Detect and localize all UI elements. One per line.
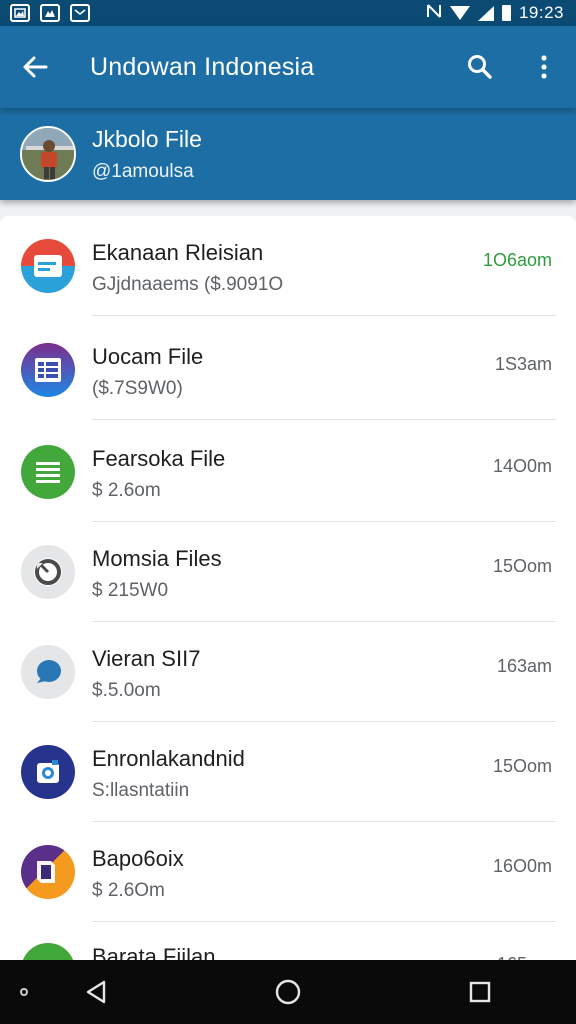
spreadsheet-icon bbox=[21, 343, 75, 397]
list-item[interactable]: Barata Fiilan 165om bbox=[0, 920, 576, 960]
account-text: Jkbolo File @1amoulsa bbox=[92, 126, 202, 183]
wifi-icon bbox=[449, 6, 470, 20]
image-notification-icon bbox=[10, 4, 30, 22]
photo-notification-icon bbox=[40, 4, 60, 22]
list-item[interactable]: Bapo6oix $ 2.6Om 16O0m bbox=[0, 822, 576, 922]
folder-icon bbox=[21, 845, 75, 899]
clock-icon bbox=[21, 545, 75, 599]
item-subtitle: $ 2.6Om bbox=[92, 880, 165, 901]
item-subtitle: S:llasntatiin bbox=[92, 780, 190, 801]
back-arrow-icon bbox=[23, 56, 48, 78]
item-meta: 14O0m bbox=[492, 456, 552, 476]
item-subtitle: $ 2.6om bbox=[92, 480, 161, 501]
more-options-button[interactable] bbox=[512, 26, 576, 108]
screen: 19:23 Undowan Indonesia Jkbolo File @1am… bbox=[0, 0, 576, 1024]
item-subtitle: ($.7S9W0) bbox=[92, 378, 183, 399]
app-bar: Undowan Indonesia bbox=[0, 26, 576, 108]
recent-dot-icon bbox=[20, 988, 28, 996]
item-title: Uocam File bbox=[92, 344, 204, 369]
chat-bubble-icon bbox=[21, 645, 75, 699]
divider bbox=[92, 419, 556, 420]
document-icon bbox=[21, 239, 75, 293]
camera-icon bbox=[21, 745, 75, 799]
avatar[interactable] bbox=[20, 126, 76, 182]
back-triangle-icon bbox=[86, 980, 106, 1004]
back-nav-button[interactable] bbox=[46, 960, 146, 1024]
item-subtitle: $ 215W0 bbox=[92, 580, 169, 601]
item-meta: 163am bbox=[496, 656, 552, 676]
partial-icon bbox=[21, 943, 75, 960]
signal-icon bbox=[477, 5, 494, 21]
nfc-icon bbox=[426, 3, 442, 24]
home-circle-icon bbox=[275, 979, 301, 1005]
item-subtitle: GJjdnaaems ($.9091O bbox=[92, 274, 284, 295]
item-title: Barata Fiilan bbox=[92, 944, 216, 960]
item-title: Momsia Files bbox=[92, 546, 222, 571]
item-meta: 15Oom bbox=[492, 756, 552, 776]
item-title: Enronlakandnid bbox=[92, 746, 245, 771]
system-nav-bar bbox=[0, 960, 576, 1024]
item-title: Ekanaan Rleisian bbox=[92, 240, 264, 265]
list-icon bbox=[21, 445, 75, 499]
status-bar: 19:23 bbox=[0, 0, 576, 26]
item-title: Bapo6oix bbox=[92, 846, 184, 871]
account-handle: @1amoulsa bbox=[92, 160, 194, 182]
item-title: Vieran SII7 bbox=[92, 646, 201, 671]
home-nav-button[interactable] bbox=[238, 960, 338, 1024]
status-time: 19:23 bbox=[518, 3, 564, 22]
item-meta: 15Oom bbox=[492, 556, 552, 576]
list-item[interactable]: Enronlakandnid S:llasntatiin 15Oom bbox=[0, 722, 576, 822]
overview-square-icon bbox=[469, 981, 491, 1003]
search-button[interactable] bbox=[448, 26, 512, 108]
item-title: Fearsoka File bbox=[92, 446, 226, 471]
search-icon bbox=[468, 55, 492, 79]
more-vert-icon bbox=[541, 55, 547, 79]
back-button[interactable] bbox=[0, 26, 70, 108]
app-title: Undowan Indonesia bbox=[90, 52, 315, 81]
account-header[interactable]: Jkbolo File @1amoulsa bbox=[0, 108, 576, 200]
item-subtitle: $.5.0om bbox=[92, 680, 161, 701]
file-list: Ekanaan Rleisian GJjdnaaems ($.9091O 1O6… bbox=[0, 216, 576, 960]
account-name: Jkbolo File bbox=[92, 125, 202, 152]
status-system-icons: 19:23 bbox=[426, 3, 564, 24]
item-meta: 1O6aom bbox=[482, 250, 552, 270]
list-item[interactable]: Momsia Files $ 215W0 15Oom bbox=[0, 522, 576, 622]
battery-icon bbox=[501, 5, 511, 21]
list-item[interactable]: Uocam File ($.7S9W0) 1S3am bbox=[0, 320, 576, 420]
divider bbox=[92, 315, 556, 316]
item-meta: 16O0m bbox=[492, 856, 552, 876]
chat-notification-icon bbox=[70, 4, 90, 22]
overview-nav-button[interactable] bbox=[430, 960, 530, 1024]
status-notifications bbox=[10, 4, 90, 22]
list-item[interactable]: Fearsoka File $ 2.6om 14O0m bbox=[0, 422, 576, 522]
list-item[interactable]: Vieran SII7 $.5.0om 163am bbox=[0, 622, 576, 722]
list-item[interactable]: Ekanaan Rleisian GJjdnaaems ($.9091O 1O6… bbox=[0, 216, 576, 316]
item-meta: 1S3am bbox=[494, 354, 552, 374]
